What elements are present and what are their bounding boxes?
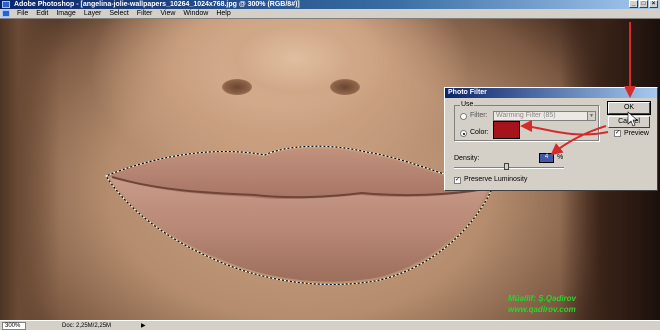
preview-label: Preview	[624, 130, 649, 137]
maximize-button[interactable]: □	[639, 0, 648, 8]
filter-label: Filter:	[470, 112, 488, 119]
preview-checkbox[interactable]: ✓	[614, 130, 621, 137]
color-radio[interactable]	[460, 130, 467, 137]
density-slider-thumb[interactable]	[503, 163, 509, 170]
filter-dropdown-value: Warming Filter (85)	[496, 112, 556, 119]
app-title: Adobe Photoshop - [angelina-jolie-wallpa…	[14, 1, 300, 8]
dialog-title: Photo Filter	[445, 88, 657, 98]
color-swatch[interactable]	[493, 121, 520, 139]
filter-radio[interactable]	[460, 113, 467, 120]
dropdown-arrow-icon[interactable]: ▼	[587, 112, 595, 120]
menu-image[interactable]: Image	[52, 9, 79, 19]
minimize-button[interactable]: _	[629, 0, 638, 8]
menu-bar: File Edit Image Layer Select Filter View…	[0, 9, 660, 19]
density-unit: %	[557, 154, 564, 161]
ok-button[interactable]: OK	[607, 101, 651, 115]
watermark-author: Müəllif: Ş.Qədirov	[508, 294, 577, 303]
use-group-label: Use	[460, 101, 475, 108]
menu-window[interactable]: Window	[179, 9, 212, 19]
menu-file[interactable]: File	[13, 9, 32, 19]
window-controls: _ □ ×	[629, 0, 658, 8]
use-group: Use Filter: Warming Filter (85) ▼ Color:	[454, 101, 599, 141]
filter-dropdown[interactable]: Warming Filter (85) ▼	[493, 111, 596, 121]
document-menu-icon[interactable]	[2, 10, 10, 17]
document-size-info: Doc: 2,25M/2,25M	[62, 322, 112, 329]
preserve-luminosity-label: Preserve Luminosity	[464, 176, 528, 183]
status-menu-arrow-icon[interactable]: ▶	[141, 322, 146, 329]
author-watermark: Müəllif: Ş.Qədirov www.qadirov.com	[508, 293, 576, 315]
close-button[interactable]: ×	[649, 0, 658, 8]
menu-select[interactable]: Select	[105, 9, 132, 19]
menu-filter[interactable]: Filter	[133, 9, 157, 19]
density-label: Density:	[454, 155, 480, 162]
photoshop-app-icon	[2, 1, 10, 8]
density-value[interactable]: 4	[539, 153, 554, 163]
watermark-url: www.qadirov.com	[508, 305, 576, 314]
status-bar: 300% Doc: 2,25M/2,25M ▶	[0, 320, 660, 330]
preserve-luminosity-checkbox[interactable]: ✓	[454, 177, 461, 184]
color-label: Color:	[470, 129, 489, 136]
zoom-level-field[interactable]: 300%	[2, 321, 26, 330]
cancel-button[interactable]: Cancel	[608, 116, 650, 128]
photo-filter-dialog: Photo Filter Use Filter: Warming Filter …	[444, 87, 658, 191]
density-slider-track[interactable]	[454, 167, 564, 169]
menu-view[interactable]: View	[156, 9, 179, 19]
menu-layer[interactable]: Layer	[80, 9, 106, 19]
menu-help[interactable]: Help	[212, 9, 234, 19]
menu-edit[interactable]: Edit	[32, 9, 52, 19]
